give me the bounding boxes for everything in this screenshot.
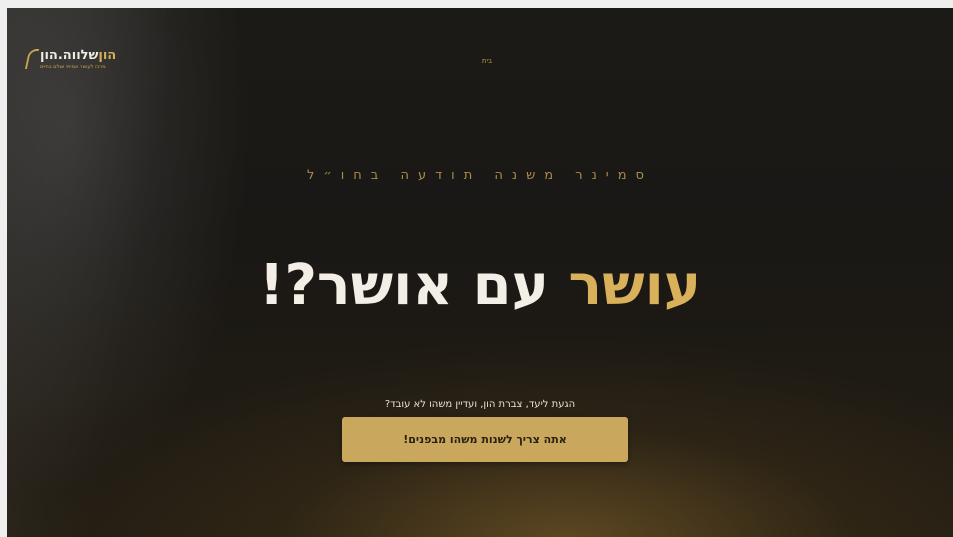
logo-subtitle: מרכז לעושר אמיתי ושלם בחיים [40, 63, 106, 70]
logo-text: הוןשלווה.הון מרכז לעושר אמיתי ושלם בחיים [40, 49, 116, 70]
nav-link-home[interactable]: בית [475, 57, 499, 65]
logo-title-rest: שלווה.הון [40, 47, 99, 63]
headline-gold-word: עושר [568, 253, 702, 318]
logo-title-gold: הון [98, 47, 117, 63]
hero-section: הוןשלווה.הון מרכז לעושר אמיתי ושלם בחיים… [7, 8, 953, 537]
cta-button-label: אתה צריך לשנות משהו מבפנים! [403, 433, 567, 446]
cta-button[interactable]: אתה צריך לשנות משהו מבפנים! [342, 417, 628, 462]
hero-subtitle: הגעת ליעד, צברת הון, ועדיין משהו לא עובד… [384, 399, 576, 410]
logo-title: הוןשלווה.הון [40, 49, 116, 62]
site-logo[interactable]: הוןשלווה.הון מרכז לעושר אמיתי ושלם בחיים [25, 42, 135, 76]
hero-headline: עושר עם אושר?! [7, 252, 953, 320]
hero-kicker: סמינר משנה תודעה בחו״ל [307, 168, 653, 183]
logo-mark-icon [25, 47, 37, 71]
headline-rest: עם אושר?! [258, 253, 569, 318]
